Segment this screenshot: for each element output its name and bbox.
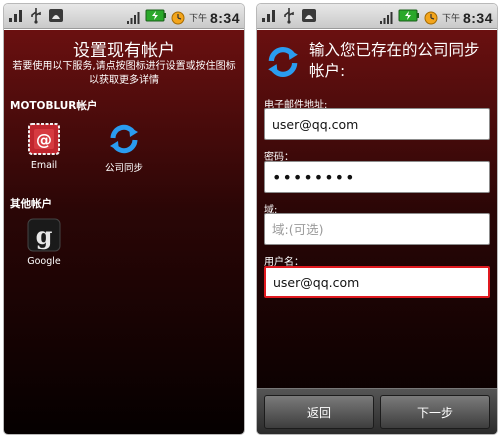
email-account-app[interactable]: @ Email <box>14 122 74 171</box>
corporate-sync-app[interactable]: 公司同步 <box>94 122 154 174</box>
signal-bars-icon <box>8 7 24 24</box>
section-header-motoblur: MOTOBLUR帐户 <box>10 100 98 112</box>
left-phone-screen: 下午 8:34 设置现有帐户 若要使用以下服务,请点按图标进行设置或按住图标以获… <box>3 3 245 435</box>
section-header-other: 其他帐户 <box>10 198 52 210</box>
cell-signal-icon <box>126 9 142 26</box>
google-app-label: Google <box>27 256 61 267</box>
email-app-label: Email <box>30 160 58 171</box>
password-input[interactable] <box>264 161 490 193</box>
next-button[interactable]: 下一步 <box>380 395 490 429</box>
sync-app-label: 公司同步 <box>104 163 143 174</box>
google-g-icon: g <box>27 218 61 252</box>
form-title: 输入您已存在的公司同步帐户: <box>309 41 480 80</box>
username-input[interactable] <box>264 266 490 298</box>
status-bar: 下午 8:34 <box>4 4 244 29</box>
sync-arrows-icon <box>265 44 301 80</box>
usb-icon <box>281 7 297 24</box>
android-robot-icon <box>301 7 317 24</box>
alarm-clock-icon <box>423 9 439 26</box>
android-robot-icon <box>48 7 64 24</box>
form-header: 输入您已存在的公司同步帐户: <box>265 40 489 88</box>
page-title: 设置现有帐户 <box>73 41 175 61</box>
status-time: 8:34 <box>462 9 493 26</box>
signal-bars-icon <box>261 7 277 24</box>
status-ampm: 下午 <box>188 14 207 24</box>
battery-charging-icon <box>145 7 167 28</box>
svg-text:g: g <box>36 221 53 250</box>
svg-text:@: @ <box>36 130 52 149</box>
status-time: 8:34 <box>209 9 240 26</box>
status-ampm: 下午 <box>441 14 460 24</box>
alarm-clock-icon <box>170 9 186 26</box>
page-subtitle: 若要使用以下服务,请点按图标进行设置或按住图标以获取更多详情 <box>12 61 236 86</box>
status-bar: 下午 8:34 <box>257 4 497 29</box>
email-input[interactable] <box>264 108 490 140</box>
usb-icon <box>28 7 44 24</box>
sync-account-form: 输入您已存在的公司同步帐户: 电子邮件地址: 密码： 域: 用户名： 返回 下一… <box>257 30 497 434</box>
email-envelope-icon: @ <box>27 122 61 156</box>
account-setup-screen: 设置现有帐户 若要使用以下服务,请点按图标进行设置或按住图标以获取更多详情 MO… <box>4 30 244 434</box>
sync-arrows-icon <box>107 122 141 156</box>
domain-input[interactable] <box>264 213 490 245</box>
cell-signal-icon <box>379 9 395 26</box>
right-phone-screen: 下午 8:34 输入您已存在的公司同步帐户: 电子邮件地址: 密码： 域: 用户… <box>256 3 498 435</box>
back-button[interactable]: 返回 <box>264 395 374 429</box>
button-bar: 返回 下一步 <box>257 388 497 434</box>
battery-charging-icon <box>398 7 420 28</box>
google-account-app[interactable]: g Google <box>14 218 74 267</box>
